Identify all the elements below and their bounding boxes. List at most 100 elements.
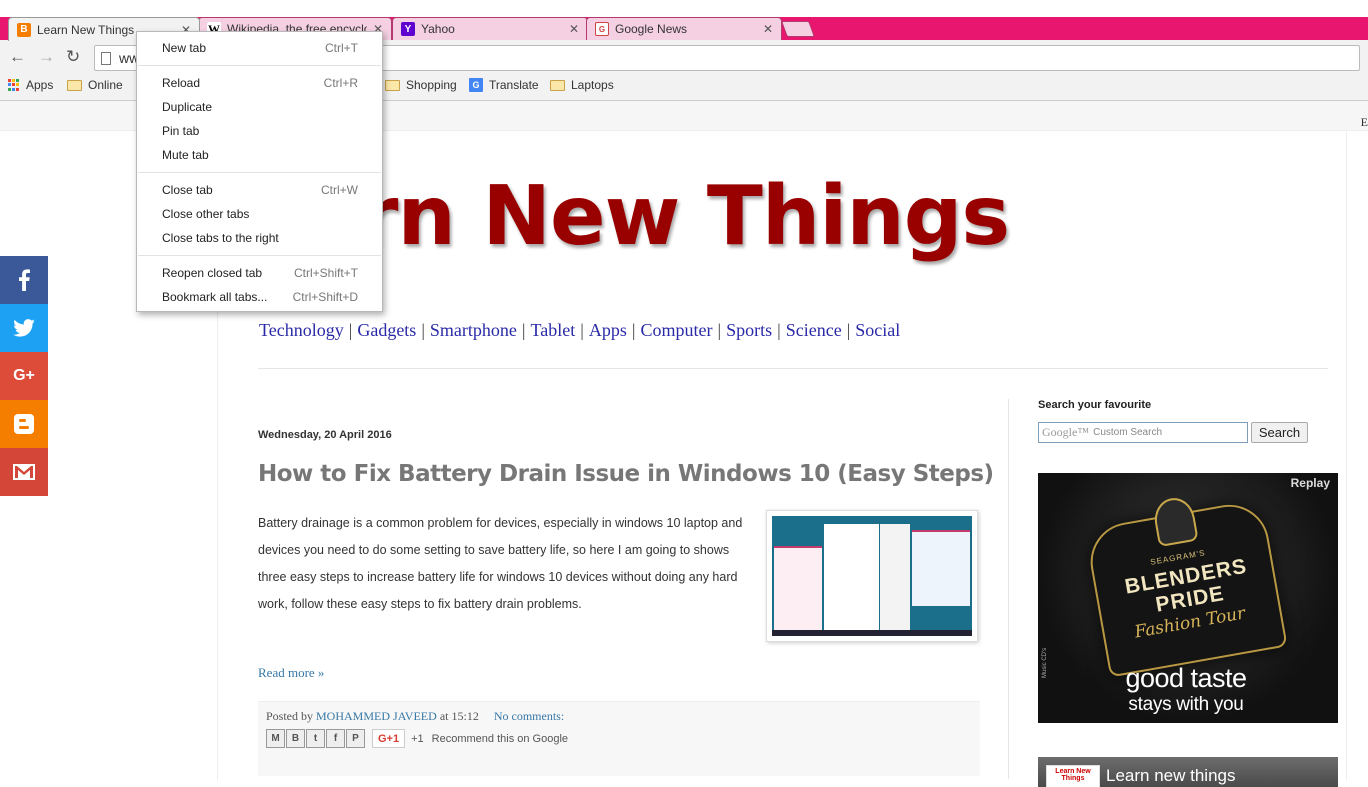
translate-icon: G: [469, 78, 483, 92]
menu-item-reopen-closed-tab[interactable]: Reopen closed tab Ctrl+Shift+T: [137, 261, 382, 285]
ad-replay-button[interactable]: Replay: [1291, 476, 1330, 490]
pinterest-icon[interactable]: P: [346, 729, 365, 748]
menu-item-duplicate[interactable]: Duplicate: [137, 95, 382, 119]
gmail-share-button[interactable]: [0, 448, 48, 496]
top-navigation: Technology | Gadgets | Smartphone | Tablet | App…: [259, 320, 900, 341]
advertisement-banner[interactable]: Replay SEAGRAM'S BLENDERS PRIDE Fashion …: [1038, 473, 1338, 723]
screenshot-image: [772, 516, 972, 636]
search-button[interactable]: Search: [1251, 422, 1308, 443]
blogger-share-button[interactable]: [0, 400, 48, 448]
menu-item-reload[interactable]: Reload Ctrl+R: [137, 71, 382, 95]
tab-title: Google News: [615, 22, 688, 36]
yahoo-favicon-icon: Y: [401, 22, 415, 36]
post-byline: Posted by MOHAMMED JAVEED at 15:12 No co…: [266, 709, 565, 723]
tab-yahoo[interactable]: Y Yahoo ✕: [392, 17, 588, 40]
edge-character: E: [1360, 115, 1368, 129]
reload-icon[interactable]: ↻: [66, 48, 80, 65]
ad-subtagline: stays with you: [1128, 694, 1244, 715]
bookmark-online[interactable]: Online: [67, 78, 123, 92]
facebook-icon[interactable]: f: [326, 729, 345, 748]
nav-separator: |: [846, 320, 851, 340]
nav-link-smartphone[interactable]: Smartphone: [430, 320, 517, 340]
crest-icon: [1151, 494, 1199, 548]
tab-title: Yahoo: [421, 22, 455, 36]
nav-link-sports[interactable]: Sports: [726, 320, 772, 340]
post-title[interactable]: How to Fix Battery Drain Issue in Window…: [258, 461, 994, 487]
apps-grid-icon: [8, 79, 20, 91]
nav-separator: |: [717, 320, 722, 340]
menu-separator: [138, 255, 381, 256]
google-plus-icon: G+: [13, 367, 35, 384]
bookmark-shopping[interactable]: Shopping: [385, 78, 457, 92]
custom-search-input[interactable]: Google™ Custom Search: [1038, 422, 1248, 443]
nav-link-science[interactable]: Science: [786, 320, 842, 340]
page-icon: [101, 51, 111, 65]
comments-link[interactable]: No comments:: [494, 709, 564, 723]
menu-item-mute-tab[interactable]: Mute tab: [137, 143, 382, 167]
gmail-icon: [13, 464, 35, 480]
ad-tagline: good taste: [1125, 663, 1247, 693]
menu-item-close-tabs-right[interactable]: Close tabs to the right: [137, 226, 382, 250]
site-logo: Learn New Things: [1046, 765, 1100, 787]
nav-link-social[interactable]: Social: [855, 320, 900, 340]
share-buttons: M B t f P G+1 +1 Recommend this on Googl…: [266, 729, 568, 748]
nav-separator: |: [631, 320, 636, 340]
nav-link-tablet[interactable]: Tablet: [531, 320, 576, 340]
bookmark-apps[interactable]: Apps: [8, 78, 53, 92]
google-search-logo: Google™: [1042, 425, 1090, 439]
blogger-favicon-icon: B: [17, 22, 31, 37]
plus-one-count: +1: [411, 732, 424, 745]
menu-item-close-other-tabs[interactable]: Close other tabs: [137, 202, 382, 226]
recommend-text: Recommend this on Google: [431, 732, 569, 745]
post-time[interactable]: 15:12: [451, 709, 478, 723]
nav-separator: |: [348, 320, 353, 340]
tab-close-icon[interactable]: ✕: [763, 22, 773, 36]
nav-separator: |: [521, 320, 526, 340]
nav-link-technology[interactable]: Technology: [259, 320, 344, 340]
menu-item-close-tab[interactable]: Close tab Ctrl+W: [137, 178, 382, 202]
widget-title: Learn new things: [1106, 766, 1236, 785]
nav-separator: |: [777, 320, 781, 340]
nav-link-apps[interactable]: Apps: [589, 320, 627, 340]
facebook-share-button[interactable]: [0, 256, 48, 304]
twitter-icon: [13, 319, 35, 337]
nav-separator: |: [580, 320, 584, 340]
nav-link-computer[interactable]: Computer: [640, 320, 712, 340]
author-link[interactable]: MOHAMMED JAVEED: [316, 709, 437, 723]
google-plus-share-button[interactable]: G+: [0, 352, 48, 400]
menu-item-new-tab[interactable]: New tab Ctrl+T: [137, 36, 382, 60]
menu-item-bookmark-all-tabs[interactable]: Bookmark all tabs... Ctrl+Shift+D: [137, 285, 382, 309]
back-arrow-icon[interactable]: ←: [9, 48, 26, 65]
nav-link-gadgets[interactable]: Gadgets: [357, 320, 416, 340]
menu-item-pin-tab[interactable]: Pin tab: [137, 119, 382, 143]
bookmark-translate[interactable]: G Translate: [469, 78, 539, 92]
blog-content: rn New Things Technology | Gadgets | Smartph…: [217, 131, 1347, 787]
nav-separator: |: [421, 320, 425, 340]
folder-icon: [550, 79, 565, 91]
folder-icon: [385, 79, 400, 91]
forward-arrow-icon[interactable]: →: [38, 48, 55, 65]
menu-separator: [138, 172, 381, 173]
blogger-icon[interactable]: B: [286, 729, 305, 748]
read-more-link[interactable]: Read more »: [258, 665, 324, 681]
search-widget-title: Search your favourite: [1038, 399, 1152, 411]
email-icon[interactable]: M: [266, 729, 285, 748]
blogger-icon: [14, 414, 34, 434]
twitter-icon[interactable]: t: [306, 729, 325, 748]
tab-context-menu: New tab Ctrl+T Reload Ctrl+R Duplicate Pin…: [136, 31, 383, 312]
post-footer: Posted by MOHAMMED JAVEED at 15:12 No co…: [258, 701, 980, 776]
tab-google-news[interactable]: G Google News ✕: [586, 17, 782, 40]
post-body: Battery drainage is a common problem for…: [258, 516, 743, 611]
folder-icon: [67, 79, 82, 91]
new-tab-button[interactable]: [781, 21, 815, 37]
menu-separator: [138, 65, 381, 66]
facebook-icon: [19, 269, 30, 291]
google-plus-one-button[interactable]: G+1: [372, 729, 406, 748]
twitter-share-button[interactable]: [0, 304, 48, 352]
bookmark-laptops[interactable]: Laptops: [550, 78, 614, 92]
google-news-favicon-icon: G: [595, 22, 609, 36]
post-thumbnail[interactable]: [766, 510, 978, 642]
learn-new-things-widget[interactable]: Learn New Things Learn new things: [1038, 757, 1338, 787]
date-header: Wednesday, 20 April 2016: [258, 429, 392, 441]
tab-close-icon[interactable]: ✕: [569, 22, 579, 36]
